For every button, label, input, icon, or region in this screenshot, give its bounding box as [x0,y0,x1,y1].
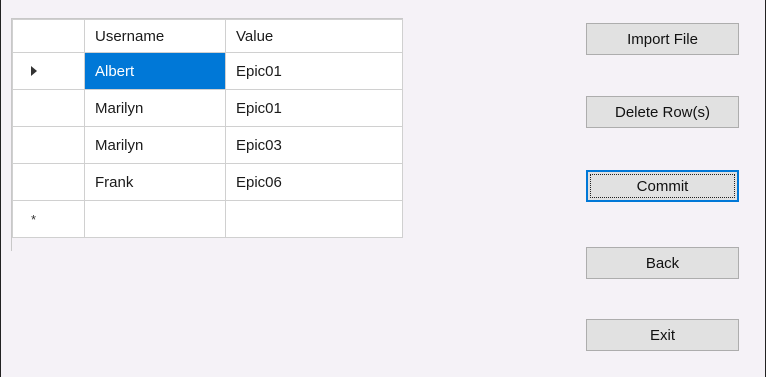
cell-value-new[interactable] [225,200,403,238]
table-row[interactable]: Marilyn Epic01 [12,89,403,127]
new-row-asterisk-icon: * [30,211,37,227]
form-window: Username Value Albert Epic01 Marilyn Epi… [0,0,766,377]
grid-header-row: Username Value [12,19,403,53]
table-row[interactable]: Albert Epic01 [12,52,403,90]
commit-button[interactable]: Commit [586,170,739,202]
column-header-value[interactable]: Value [225,19,403,53]
grid-table: Username Value Albert Epic01 Marilyn Epi… [12,19,403,238]
delete-rows-button[interactable]: Delete Row(s) [586,96,739,128]
cell-value[interactable]: Epic03 [225,126,403,164]
cell-username[interactable]: Frank [84,163,226,201]
cell-value[interactable]: Epic06 [225,163,403,201]
exit-button[interactable]: Exit [586,319,739,351]
column-header-username[interactable]: Username [84,19,226,53]
cell-username[interactable]: Marilyn [84,126,226,164]
cell-username-new[interactable] [84,200,226,238]
row-header[interactable] [12,52,85,90]
cell-value[interactable]: Epic01 [225,89,403,127]
current-row-arrow-icon [30,65,37,76]
new-row[interactable]: * [12,200,403,238]
table-row[interactable]: Frank Epic06 [12,163,403,201]
row-header[interactable] [12,163,85,201]
import-file-button[interactable]: Import File [586,23,739,55]
row-header[interactable] [12,126,85,164]
cell-value[interactable]: Epic01 [225,52,403,90]
commit-button-label: Commit [636,177,689,195]
back-button[interactable]: Back [586,247,739,279]
cell-username[interactable]: Marilyn [84,89,226,127]
cell-username[interactable]: Albert [84,52,226,90]
data-grid[interactable]: Username Value Albert Epic01 Marilyn Epi… [11,18,403,251]
corner-header-cell[interactable] [12,19,85,53]
row-header[interactable] [12,89,85,127]
row-header[interactable]: * [12,200,85,238]
table-row[interactable]: Marilyn Epic03 [12,126,403,164]
